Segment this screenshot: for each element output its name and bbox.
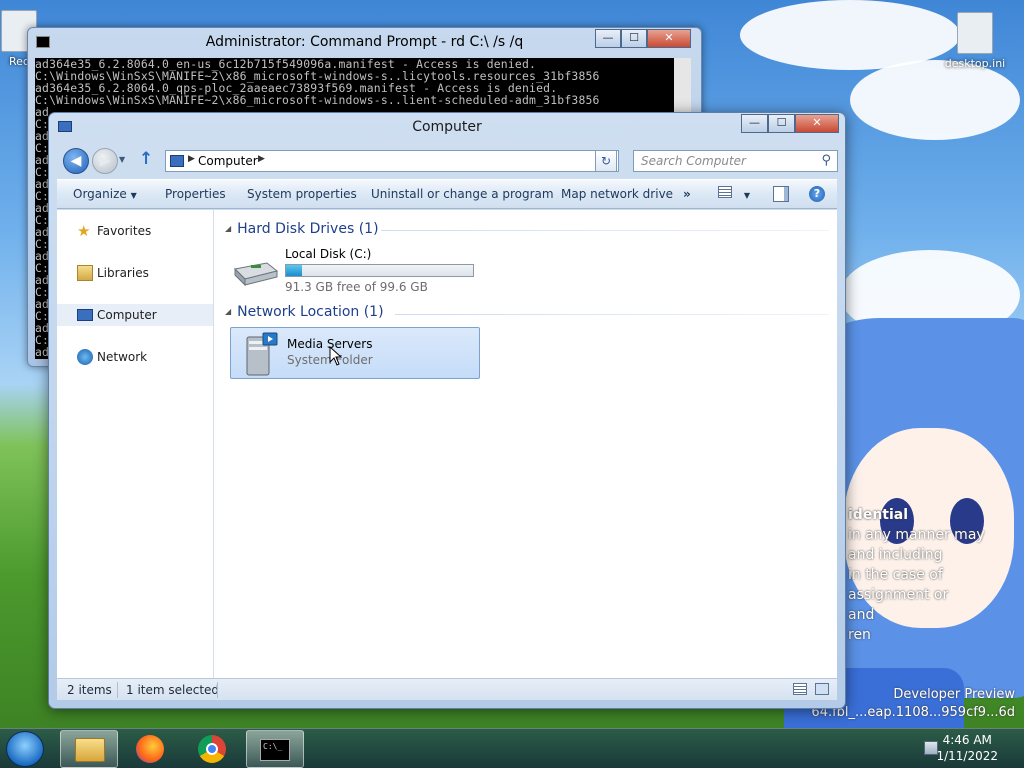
clock-time: 4:46 AM [942, 733, 992, 747]
item-count: 2 items [67, 683, 112, 697]
recent-pages-chevron-icon[interactable]: ▼ [119, 155, 125, 164]
search-box[interactable]: Search Computer ⚲ [633, 150, 838, 172]
minimize-button[interactable]: — [741, 114, 768, 133]
breadcrumb-arrow-icon[interactable]: ▶ [188, 154, 195, 164]
folder-icon [75, 738, 105, 762]
nav-item-label: Libraries [97, 266, 149, 280]
nav-item-label: Network [97, 350, 148, 364]
nav-item-network[interactable]: Network [57, 346, 213, 368]
group-header-network-location[interactable]: ◢ Network Location (1) [225, 304, 384, 320]
breadcrumb-arrow-icon[interactable]: ▶ [258, 154, 265, 164]
system-properties-button[interactable]: System properties [247, 187, 357, 201]
drive-local-disk-c[interactable]: Local Disk (C:) 91.3 GB free of 99.6 GB [231, 247, 491, 297]
network-icon [77, 349, 93, 365]
details-view-icon[interactable] [793, 683, 807, 695]
hard-drive-icon [231, 259, 279, 287]
chevron-down-icon: ▼ [130, 191, 137, 200]
up-arrow-icon[interactable]: ↑ [139, 149, 153, 169]
explorer-title: Computer [412, 119, 482, 135]
settings-file-icon [957, 12, 993, 54]
status-divider [217, 682, 218, 698]
clock-date: 1/11/2022 [936, 749, 998, 763]
desktop-icon-desktop-ini[interactable]: desktop.ini [940, 12, 1010, 70]
desktop-icon-label: desktop.ini [944, 57, 1006, 70]
nav-item-libraries[interactable]: Libraries [57, 262, 213, 284]
uninstall-program-button[interactable]: Uninstall or change a program [371, 187, 554, 201]
help-icon[interactable]: ? [809, 186, 825, 202]
command-bar: Organize ▼ Properties System properties … [57, 179, 837, 209]
group-header-hard-disk[interactable]: ◢ Hard Disk Drives (1) [225, 221, 379, 237]
nav-item-favorites[interactable]: ★ Favorites [57, 220, 213, 242]
media-server-icon [239, 331, 279, 377]
preview-pane-icon[interactable] [773, 186, 789, 202]
drive-usage-bar [285, 264, 474, 277]
chevron-down-icon: ▼ [743, 191, 750, 200]
drive-usage-fill [286, 265, 302, 276]
selection-count: 1 item selected [126, 683, 220, 697]
cmd-minimize-button[interactable]: — [595, 29, 621, 48]
address-bar[interactable]: ▶ Computer ▶ ▼ [165, 150, 619, 172]
change-view-button[interactable]: ▼ [718, 186, 750, 201]
computer-icon [170, 155, 184, 167]
cmd-icon: C:\_ [260, 739, 290, 761]
computer-icon [77, 309, 93, 321]
explorer-content: ★ Favorites Libraries Computer Network ◢… [57, 210, 837, 678]
navigation-bar: ◀ ▶ ▼ ↑ ▶ Computer ▶ ▼ ↻ Search Computer… [57, 145, 838, 177]
view-icon [718, 186, 732, 198]
chrome-icon [198, 735, 226, 763]
explorer-window[interactable]: Computer — ☐ ✕ ◀ ▶ ▼ ↑ ▶ Computer ▶ ▼ ↻ … [48, 112, 846, 709]
cloud-decoration [850, 60, 1020, 140]
media-servers-item[interactable]: Media Servers System Folder [230, 327, 480, 379]
navigation-pane: ★ Favorites Libraries Computer Network [57, 210, 214, 678]
libraries-icon [77, 265, 93, 281]
taskbar-explorer-button[interactable] [60, 730, 118, 768]
nav-item-label: Favorites [97, 224, 152, 238]
refresh-button[interactable]: ↻ [595, 150, 617, 172]
nav-item-label: Computer [97, 308, 157, 322]
console-line: C:\Windows\WinSxS\MANIFE~2\x86_microsoft… [35, 93, 600, 107]
back-button[interactable]: ◀ [63, 148, 89, 174]
collapse-triangle-icon: ◢ [225, 307, 232, 316]
forward-button[interactable]: ▶ [92, 148, 118, 174]
large-icons-view-icon[interactable] [815, 683, 829, 695]
status-bar: 2 items 1 item selected [57, 678, 837, 700]
firefox-icon [136, 735, 164, 763]
cmd-close-button[interactable]: ✕ [647, 29, 691, 48]
wallpaper-eula-text: idential in any manner may and including… [848, 507, 985, 643]
search-icon[interactable]: ⚲ [821, 153, 831, 168]
collapse-triangle-icon: ◢ [225, 224, 232, 233]
breadcrumb-computer[interactable]: Computer [198, 153, 258, 169]
nav-item-computer[interactable]: Computer [57, 304, 213, 326]
cmd-maximize-button[interactable]: ☐ [621, 29, 647, 48]
taskbar: C:\_ 4:46 AM 1/11/2022 [0, 728, 1024, 768]
group-divider [395, 314, 829, 315]
search-placeholder: Search Computer [641, 154, 746, 168]
organize-button[interactable]: Organize ▼ [73, 187, 137, 201]
drive-free-space: 91.3 GB free of 99.6 GB [285, 280, 428, 294]
status-divider [117, 682, 118, 698]
start-button[interactable] [6, 731, 44, 767]
more-commands-button[interactable]: » [683, 187, 691, 201]
taskbar-firefox-button[interactable] [122, 730, 180, 768]
map-network-drive-button[interactable]: Map network drive [561, 187, 673, 201]
taskbar-cmd-button[interactable]: C:\_ [246, 730, 304, 768]
close-button[interactable]: ✕ [795, 114, 839, 133]
file-list: ◢ Hard Disk Drives (1) Local Disk (C:) 91… [215, 210, 837, 678]
maximize-button[interactable]: ☐ [768, 114, 795, 133]
desktop-icon-label: Rec [9, 55, 29, 68]
taskbar-chrome-button[interactable] [184, 730, 242, 768]
drive-name: Local Disk (C:) [285, 247, 372, 261]
group-divider [381, 230, 829, 231]
star-icon: ★ [77, 222, 91, 240]
taskbar-clock[interactable]: 4:46 AM 1/11/2022 [936, 732, 998, 764]
mouse-cursor-icon [329, 346, 343, 366]
properties-button[interactable]: Properties [165, 187, 226, 201]
